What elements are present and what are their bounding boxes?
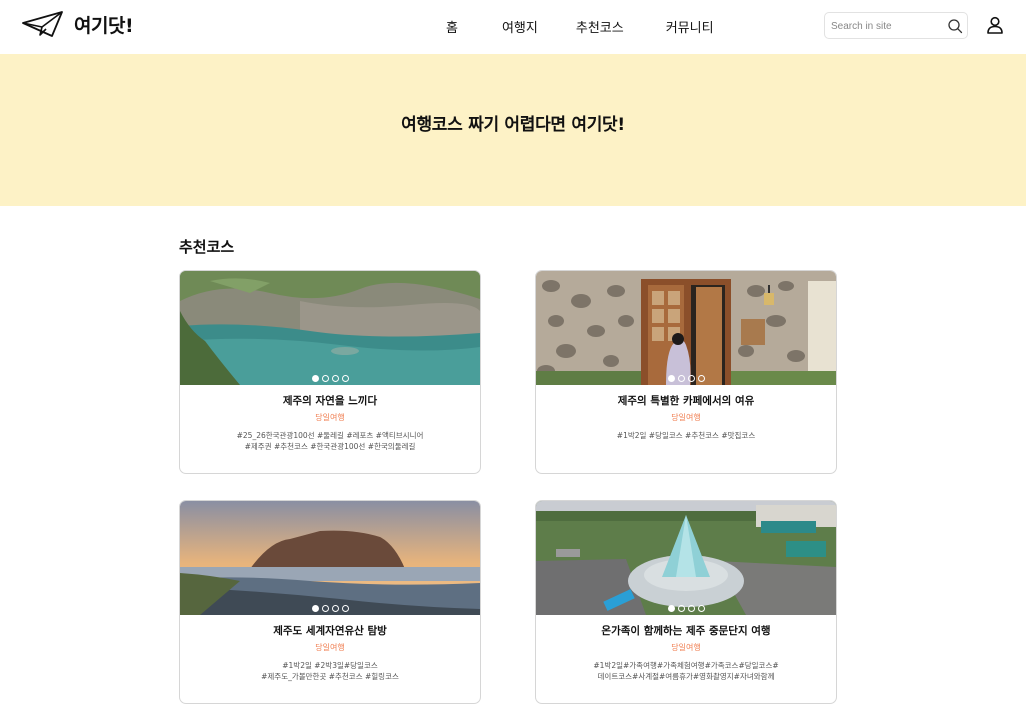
carousel-dots bbox=[180, 375, 480, 382]
carousel-dots bbox=[536, 375, 836, 382]
carousel-dot[interactable] bbox=[311, 605, 319, 612]
carousel-dot[interactable] bbox=[697, 375, 705, 382]
carousel-dot[interactable] bbox=[667, 605, 675, 612]
card-tags: #1박2일 #2박3일#당일코스 #제주도_가볼만한곳 #추천코스 #힐링코스 bbox=[200, 661, 460, 682]
search-input[interactable] bbox=[831, 18, 943, 34]
carousel-dot[interactable] bbox=[687, 605, 695, 612]
search-icon[interactable] bbox=[947, 18, 963, 34]
carousel-dot[interactable] bbox=[687, 375, 695, 382]
card-title: 온가족이 함께하는 제주 중문단지 여행 bbox=[601, 625, 771, 637]
card-title: 제주의 자연을 느끼다 bbox=[282, 395, 378, 407]
tags-line: #제주권 #추천코스 #한국관광100선 #한국의둘레길 bbox=[244, 441, 416, 451]
tags-line: #1박2일 #당일코스 #추천코스 #맛집코스 bbox=[616, 431, 756, 440]
logo-text: 여기닷! bbox=[74, 14, 134, 37]
card-type: 당일여행 bbox=[671, 413, 701, 422]
course-card[interactable]: 제주의 자연을 느끼다 당일여행 #25_26한국관광100선 #둘레길 #레포… bbox=[179, 270, 481, 474]
course-card[interactable]: 온가족이 함께하는 제주 중문단지 여행 당일여행 #1박2일#가족여행#가족체… bbox=[535, 500, 837, 704]
site-header: 여기닷! 홈 여행지 추천코스 커뮤니티 bbox=[0, 0, 1026, 54]
card-tags: #1박2일 #당일코스 #추천코스 #맛집코스 bbox=[556, 431, 816, 442]
card-tags: #25_26한국관광100선 #둘레길 #레포츠 #액티브시니어 #제주권 #추… bbox=[200, 431, 460, 452]
course-photo bbox=[180, 271, 480, 385]
search-box bbox=[824, 12, 968, 39]
carousel-dot[interactable] bbox=[311, 375, 319, 382]
carousel-dots bbox=[536, 605, 836, 612]
tags-line: 데이트코스#사계절#여름휴가#영화촬영지#자녀와함께 bbox=[597, 671, 775, 681]
hero-banner: 여행코스 짜기 어렵다면 여기닷! bbox=[0, 54, 1026, 206]
carousel-dot[interactable] bbox=[321, 375, 329, 382]
nav-item-home[interactable]: 홈 bbox=[446, 17, 458, 36]
course-photo bbox=[536, 271, 836, 385]
nav-item-recommended-courses[interactable]: 추천코스 bbox=[576, 17, 624, 36]
course-photo bbox=[536, 501, 836, 615]
carousel-dots bbox=[180, 605, 480, 612]
nav-item-community[interactable]: 커뮤니티 bbox=[666, 17, 714, 36]
carousel-dot[interactable] bbox=[321, 605, 329, 612]
hero-title: 여행코스 짜기 어렵다면 여기닷! bbox=[401, 115, 625, 135]
tags-line: #제주도_가볼만한곳 #추천코스 #힐링코스 bbox=[261, 671, 399, 681]
user-icon[interactable] bbox=[986, 16, 1004, 34]
carousel-dot[interactable] bbox=[341, 605, 349, 612]
course-photo bbox=[180, 501, 480, 615]
card-title: 제주의 특별한 카페에서의 여유 bbox=[617, 395, 755, 407]
logo[interactable]: 여기닷! bbox=[22, 10, 134, 38]
carousel-dot[interactable] bbox=[331, 605, 339, 612]
carousel-dot[interactable] bbox=[677, 375, 685, 382]
card-title: 제주도 세계자연유산 탐방 bbox=[273, 625, 387, 637]
paper-plane-icon bbox=[22, 11, 63, 37]
course-card[interactable]: 제주도 세계자연유산 탐방 당일여행 #1박2일 #2박3일#당일코스 #제주도… bbox=[179, 500, 481, 704]
card-tags: #1박2일#가족여행#가족체험여행#가족코스#당일코스# 데이트코스#사계절#여… bbox=[556, 661, 816, 682]
main-nav: 홈 여행지 추천코스 커뮤니티 bbox=[420, 17, 714, 36]
carousel-dot[interactable] bbox=[667, 375, 675, 382]
carousel-dot[interactable] bbox=[331, 375, 339, 382]
section-title: 추천코스 bbox=[179, 238, 235, 256]
nav-item-destinations[interactable]: 여행지 bbox=[502, 17, 538, 36]
carousel-dot[interactable] bbox=[341, 375, 349, 382]
carousel-dot[interactable] bbox=[677, 605, 685, 612]
tags-line: #25_26한국관광100선 #둘레길 #레포츠 #액티브시니어 bbox=[236, 431, 424, 440]
card-type: 당일여행 bbox=[671, 643, 701, 652]
tags-line: #1박2일#가족여행#가족체험여행#가족코스#당일코스# bbox=[593, 661, 779, 670]
card-type: 당일여행 bbox=[315, 643, 345, 652]
carousel-dot[interactable] bbox=[697, 605, 705, 612]
tags-line: #1박2일 #2박3일#당일코스 bbox=[282, 661, 378, 670]
card-type: 당일여행 bbox=[315, 413, 345, 422]
course-card[interactable]: 제주의 특별한 카페에서의 여유 당일여행 #1박2일 #당일코스 #추천코스 … bbox=[535, 270, 837, 474]
